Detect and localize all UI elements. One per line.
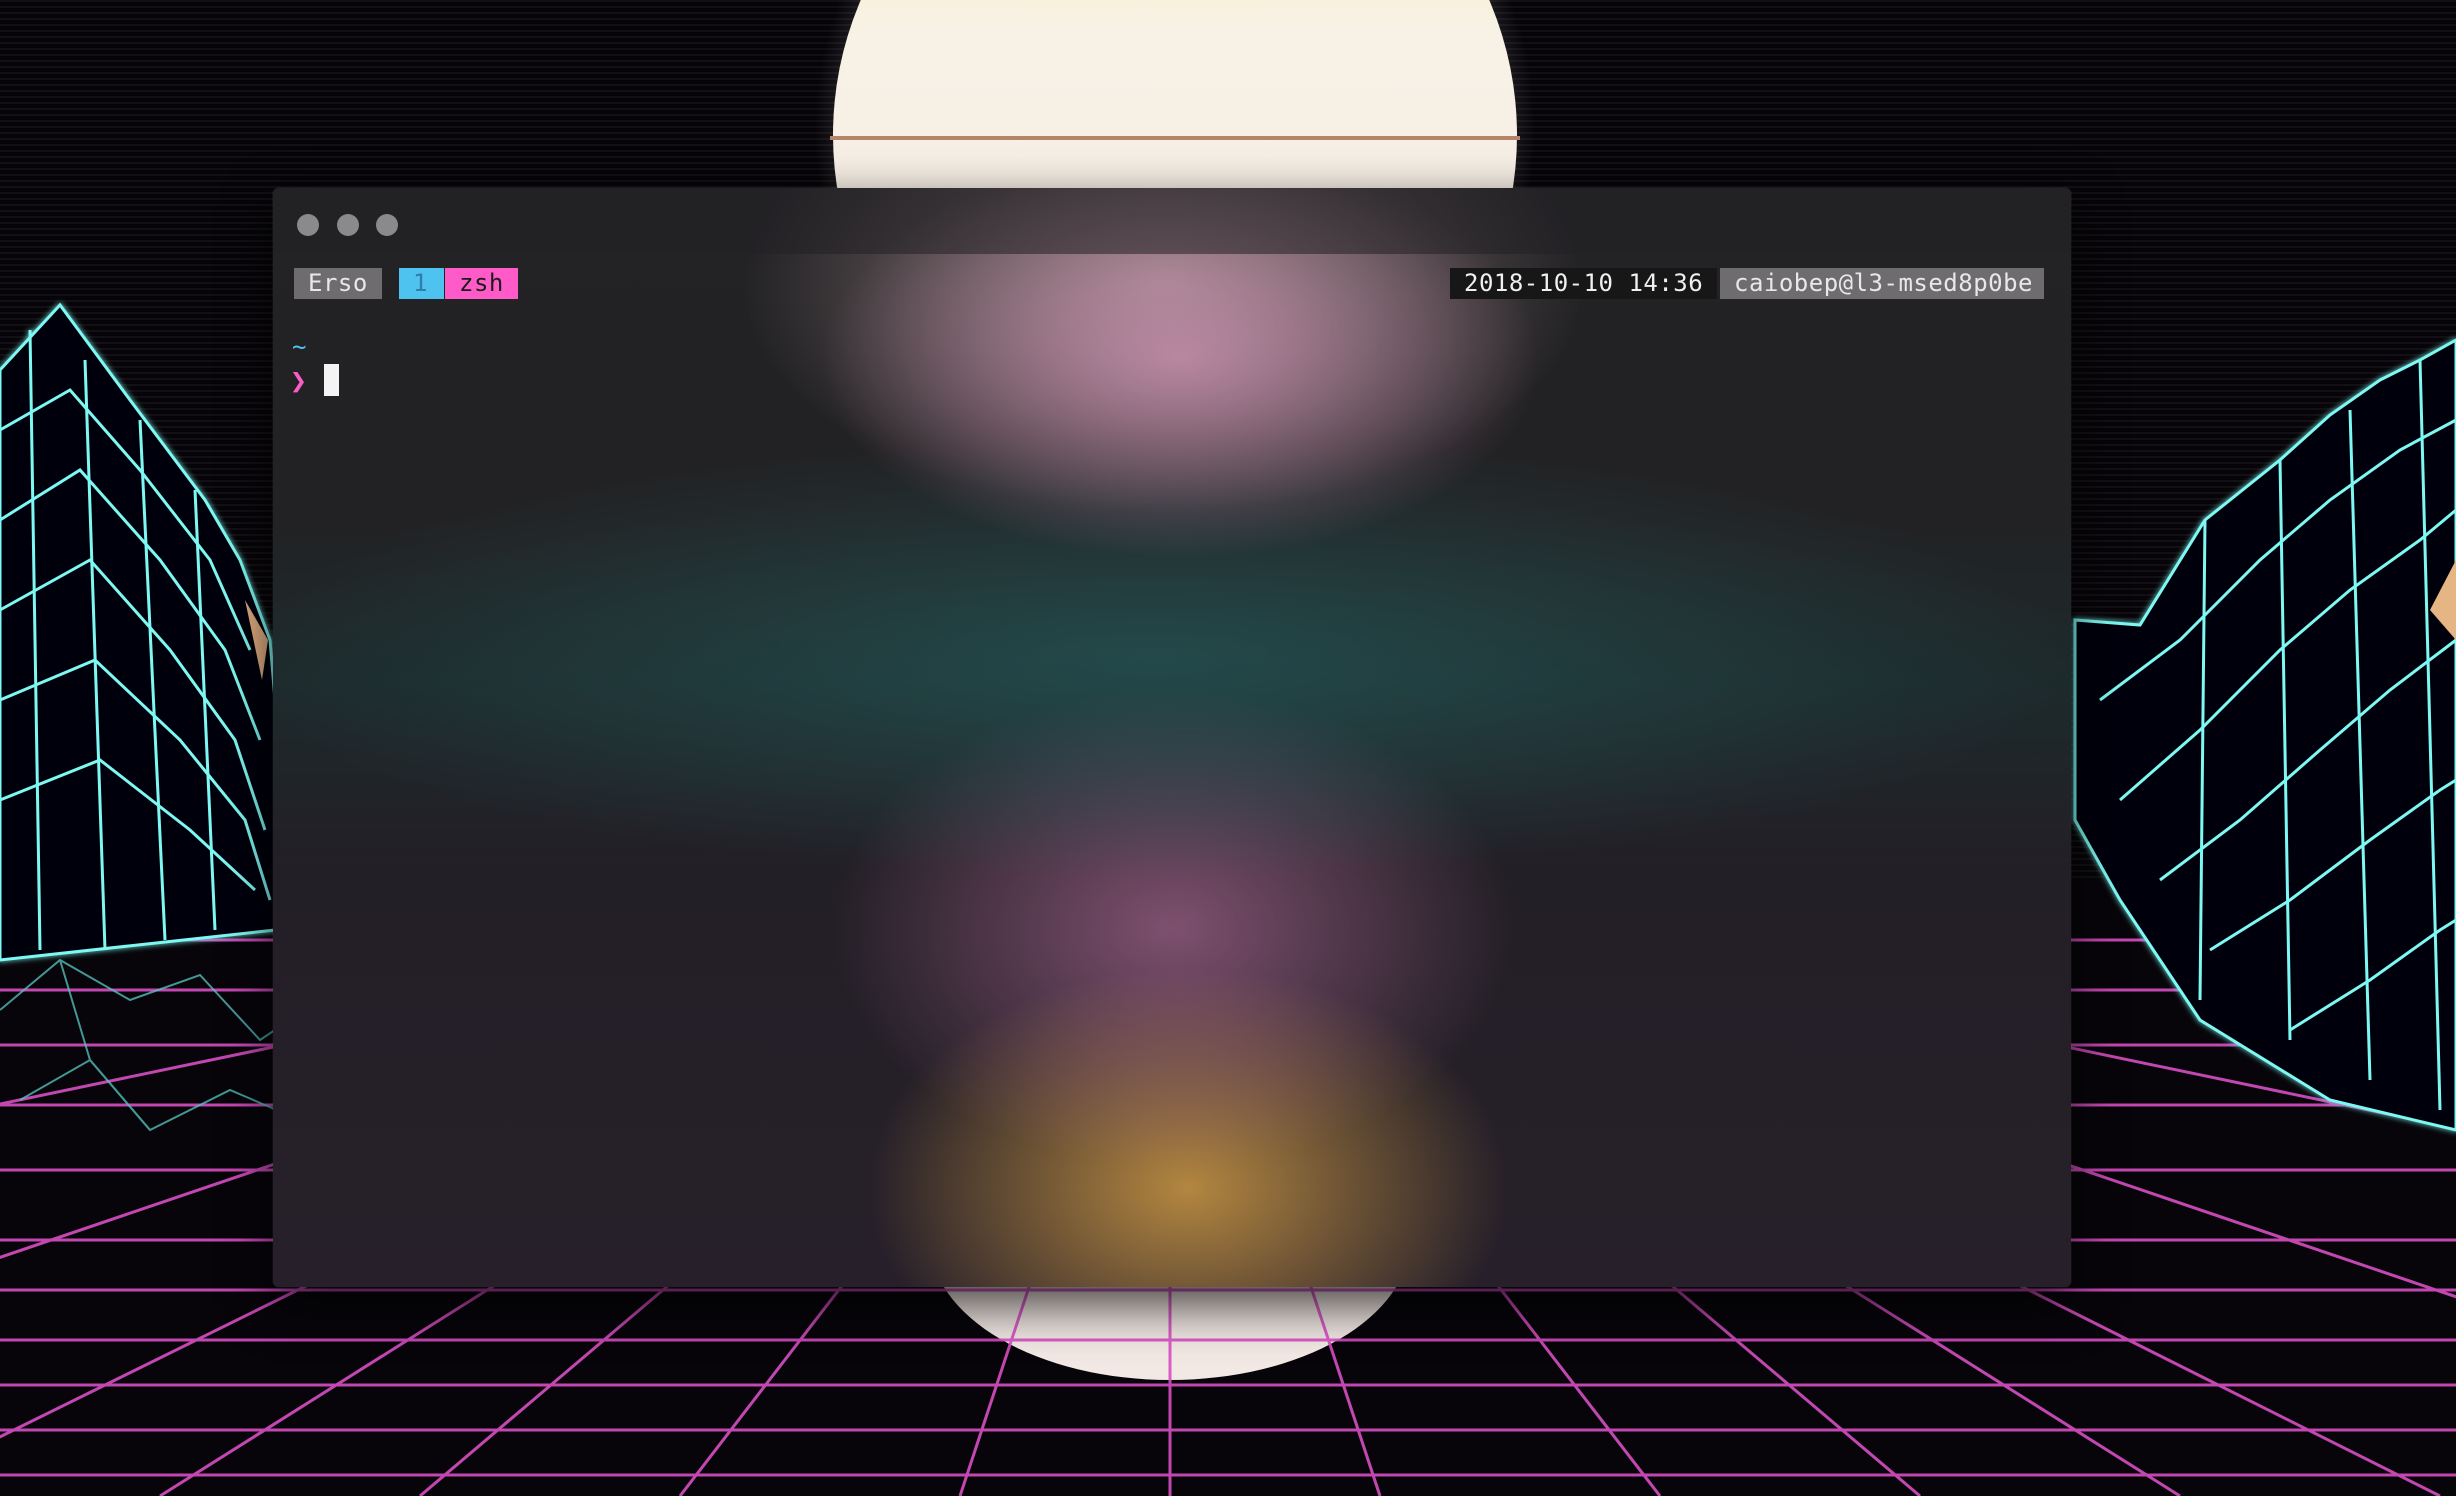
minimize-button-icon[interactable] (337, 214, 359, 236)
prompt-directory: ~ (292, 333, 307, 361)
close-button-icon[interactable] (297, 214, 319, 236)
sun-stripe (830, 136, 1520, 140)
status-user-host: caiobep@l3-msed8p0be (1720, 268, 2044, 299)
status-window-name[interactable]: zsh (445, 268, 518, 299)
terminal-window[interactable] (273, 188, 2071, 1287)
title-bar[interactable] (273, 188, 2071, 254)
text-cursor[interactable] (324, 364, 339, 396)
terminal-background-blur (273, 188, 2071, 1287)
status-window-index[interactable]: 1 (399, 268, 444, 299)
status-datetime: 2018-10-10 14:36 (1450, 268, 1718, 299)
prompt-symbol: ❯ (290, 364, 307, 397)
zoom-button-icon[interactable] (376, 214, 398, 236)
status-session-name: Erso (294, 268, 382, 299)
